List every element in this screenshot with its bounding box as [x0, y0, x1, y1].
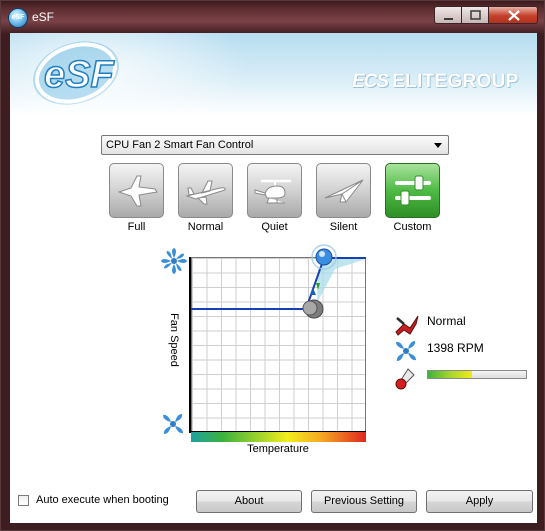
mode-full-button[interactable]	[109, 163, 164, 218]
auto-execute-label: Auto execute when booting	[36, 494, 169, 506]
brand-name: ELITEGROUP	[392, 71, 519, 92]
mode-normal[interactable]: Normal	[178, 163, 233, 233]
mode-silent[interactable]: Silent	[316, 163, 371, 233]
header-banner: eSF ECS ELITEGROUP	[10, 33, 537, 115]
mode-silent-label: Silent	[329, 221, 358, 233]
app-window: eSF eSF eSF ECS ELITEGROUP CPU Fan 2 Sma…	[0, 0, 545, 531]
thermometer-icon	[395, 368, 415, 390]
mode-silent-button[interactable]	[316, 163, 371, 218]
status-speed: 1398 RPM	[394, 339, 484, 366]
close-button[interactable]	[488, 6, 538, 24]
fan-min-icon	[163, 414, 183, 434]
mode-status-icon	[395, 315, 419, 336]
mode-quiet-label: Quiet	[261, 221, 288, 233]
mode-quiet-button[interactable]	[247, 163, 302, 218]
sliders-icon	[395, 175, 431, 206]
close-icon	[508, 10, 520, 21]
helicopter-icon	[254, 179, 291, 204]
mode-normal-label: Normal	[187, 221, 224, 233]
mode-status-label: Normal	[427, 314, 466, 328]
fan-speed-icon	[396, 341, 416, 361]
mode-full-label: Full	[127, 221, 146, 233]
temperature-level-fill	[428, 371, 473, 378]
temperature-gradient-bar	[191, 432, 366, 442]
status-temperature	[394, 367, 418, 394]
mode-normal-button[interactable]	[178, 163, 233, 218]
ecs-brand: ECS ELITEGROUP	[352, 71, 519, 93]
x-axis-label: Temperature	[247, 443, 309, 455]
client-area: eSF ECS ELITEGROUP CPU Fan 2 Smart Fan C…	[10, 33, 537, 523]
about-button[interactable]: About	[196, 490, 302, 513]
paper-plane-icon	[324, 179, 364, 203]
maximize-icon	[470, 10, 481, 20]
chevron-down-icon	[434, 143, 442, 148]
minimize-icon	[444, 18, 453, 20]
fan-curve-chart[interactable]	[191, 257, 366, 432]
mode-custom[interactable]: Custom	[385, 163, 440, 233]
mode-custom-button[interactable]	[385, 163, 440, 218]
status-mode: Normal	[394, 312, 466, 339]
svg-text:eSF: eSF	[44, 54, 115, 96]
minimize-button[interactable]	[434, 6, 462, 24]
window-title: eSF	[32, 10, 55, 24]
mode-custom-label: Custom	[393, 221, 432, 233]
temperature-level-bar	[427, 370, 527, 379]
fan-max-icon	[161, 248, 187, 274]
esf-logo: eSF	[33, 41, 119, 105]
maximize-button[interactable]	[461, 6, 489, 24]
mode-full[interactable]: Full	[109, 163, 164, 233]
auto-execute-option[interactable]: Auto execute when booting	[18, 494, 169, 506]
brand-mark: ECS	[352, 71, 389, 92]
y-axis-label: Fan Speed	[168, 313, 180, 367]
fan-select-value: CPU Fan 2 Smart Fan Control	[106, 139, 254, 151]
apply-button[interactable]: Apply	[426, 490, 533, 513]
airliner-icon	[185, 180, 226, 205]
fan-select-dropdown[interactable]: CPU Fan 2 Smart Fan Control	[101, 135, 449, 155]
app-icon: eSF	[8, 8, 28, 28]
auto-execute-checkbox[interactable]	[18, 494, 29, 506]
mode-quiet[interactable]: Quiet	[247, 163, 302, 233]
fighter-jet-icon	[117, 175, 158, 207]
fan-speed-value: 1398 RPM	[427, 341, 484, 355]
previous-setting-button[interactable]: Previous Setting	[311, 490, 417, 513]
